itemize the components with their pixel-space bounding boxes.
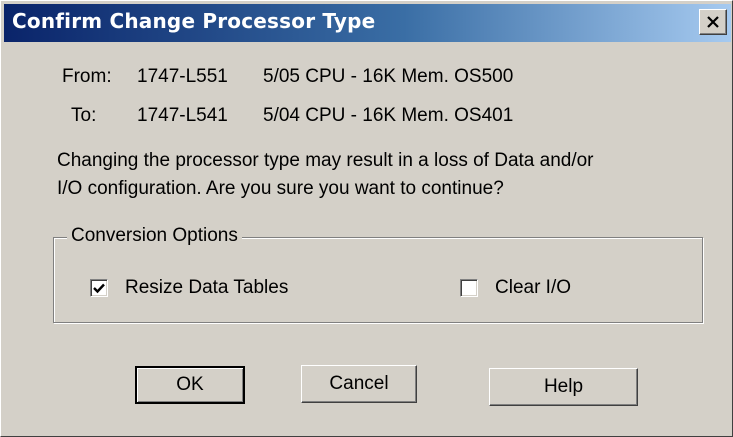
confirm-change-processor-dialog: Confirm Change Processor Type From: 1747… — [0, 0, 733, 437]
clear-io-checkbox[interactable] — [460, 279, 478, 297]
warning-line-2: I/O configuration. Are you sure you want… — [57, 178, 504, 199]
to-processor-description: 5/04 CPU - 16K Mem. OS401 — [263, 105, 514, 126]
from-processor-description: 5/05 CPU - 16K Mem. OS500 — [263, 66, 514, 87]
dialog-title: Confirm Change Processor Type — [12, 9, 376, 33]
checkmark-icon — [93, 283, 105, 293]
conversion-options-label: Conversion Options — [67, 225, 242, 247]
resize-data-tables-label[interactable]: Resize Data Tables — [125, 277, 288, 299]
to-label: To: — [71, 105, 97, 126]
clear-io-label[interactable]: Clear I/O — [495, 277, 571, 299]
warning-line-1: Changing the processor type may result i… — [57, 150, 594, 171]
close-button[interactable] — [699, 9, 727, 35]
help-button[interactable]: Help — [489, 368, 638, 406]
resize-data-tables-checkbox[interactable] — [90, 279, 108, 297]
to-catalog-number: 1747-L541 — [137, 105, 228, 126]
from-catalog-number: 1747-L551 — [137, 66, 228, 87]
title-bar[interactable]: Confirm Change Processor Type — [4, 4, 731, 42]
close-icon — [707, 16, 719, 28]
ok-button[interactable]: OK — [135, 366, 245, 404]
from-label: From: — [62, 66, 112, 87]
cancel-button[interactable]: Cancel — [301, 365, 417, 403]
